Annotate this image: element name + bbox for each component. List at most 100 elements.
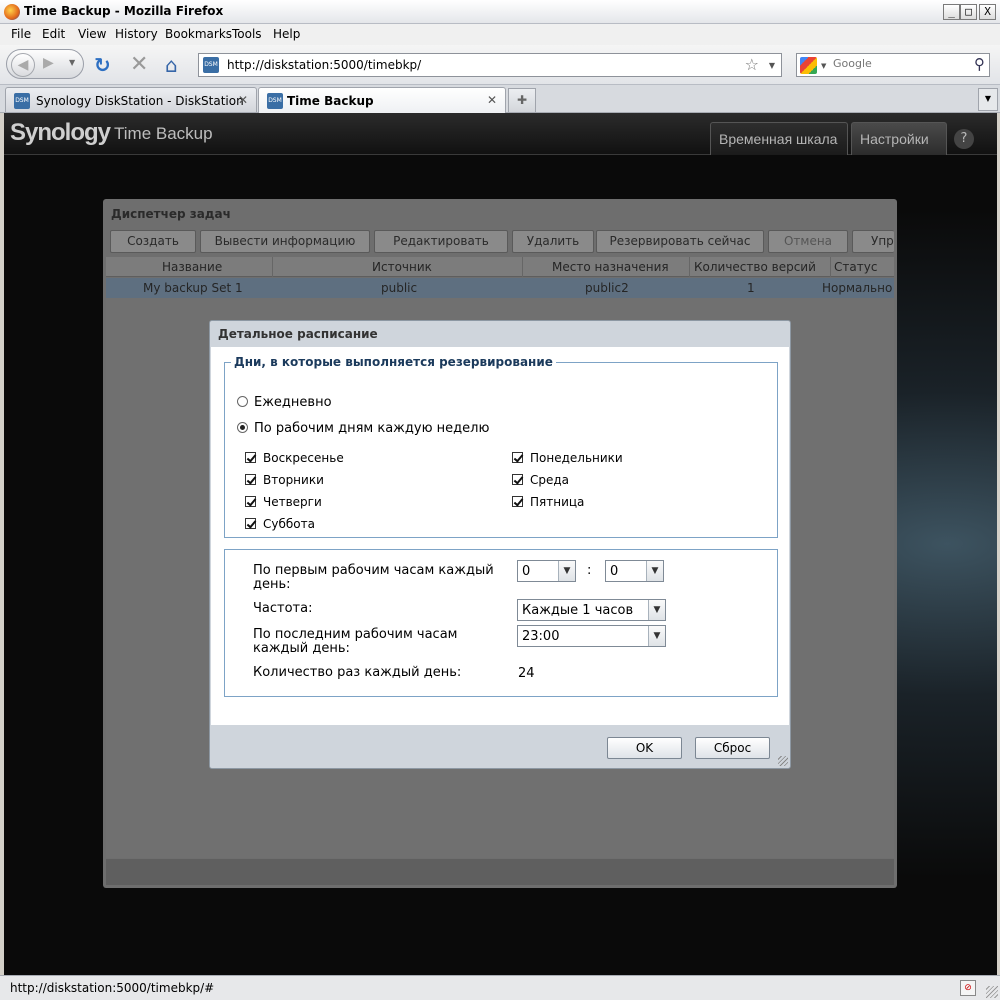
frequency-value: Каждые 1 часов: [522, 603, 634, 618]
close-tab-icon[interactable]: ✕: [487, 93, 497, 107]
close-tab-icon[interactable]: ✕: [238, 93, 248, 107]
first-hour-select[interactable]: 0 ▼: [517, 560, 576, 582]
window-resize-grip-icon[interactable]: [986, 986, 998, 998]
engine-dropdown-icon[interactable]: ▼: [821, 62, 826, 70]
status-bar: http://diskstation:5000/timebkp/# ⊘: [0, 975, 1000, 1000]
show-info-button[interactable]: Вывести информацию: [200, 230, 370, 253]
menu-help[interactable]: Help: [273, 27, 300, 41]
search-icon[interactable]: ⚲: [974, 55, 985, 73]
reset-button[interactable]: Сброс: [695, 737, 770, 759]
task-window-footer: [106, 859, 894, 885]
window-title: Time Backup - Mozilla Firefox: [24, 4, 224, 18]
manage-button[interactable]: Упра: [852, 230, 894, 253]
checkbox-monday[interactable]: Понедельники: [512, 451, 623, 465]
col-status[interactable]: Статус: [834, 260, 877, 274]
first-hour-label: По первым рабочим часам каждый день:: [253, 563, 494, 592]
help-icon[interactable]: ?: [954, 129, 974, 149]
bookmark-star-icon[interactable]: ☆: [745, 55, 759, 74]
url-dropdown-icon[interactable]: ▼: [769, 61, 775, 70]
checkbox-thursday-label: Четверги: [263, 495, 322, 509]
app-name: Time Backup: [114, 124, 213, 143]
search-input[interactable]: [833, 57, 963, 70]
col-versions[interactable]: Количество версий: [694, 260, 816, 274]
frequency-label: Частота:: [253, 601, 313, 616]
dialog-body: Дни, в которые выполняется резервировани…: [211, 347, 789, 725]
backup-now-button[interactable]: Резервировать сейчас: [596, 230, 764, 253]
cell-versions: 1: [747, 281, 755, 295]
radio-weekdays-circle[interactable]: [237, 422, 248, 433]
reload-icon[interactable]: ↻: [94, 55, 111, 75]
create-button[interactable]: Создать: [110, 230, 196, 253]
tab-time-backup[interactable]: DSM Time Backup ✕: [258, 87, 506, 114]
checkbox-friday-box[interactable]: [512, 496, 523, 507]
checkbox-thursday[interactable]: Четверги: [245, 495, 322, 509]
menu-file[interactable]: File: [11, 27, 31, 41]
tab-bar: DSM Synology DiskStation - DiskStation ✕…: [0, 85, 1000, 114]
checkbox-tuesday[interactable]: Вторники: [245, 473, 324, 487]
menu-history[interactable]: History: [115, 27, 158, 41]
forward-icon[interactable]: ▶: [43, 55, 54, 71]
radio-daily-circle[interactable]: [237, 396, 248, 407]
chevron-down-icon[interactable]: ▼: [646, 561, 663, 581]
checkbox-tuesday-box[interactable]: [245, 474, 256, 485]
checkbox-thursday-box[interactable]: [245, 496, 256, 507]
tab-list-dropdown-icon[interactable]: ▼: [978, 88, 998, 111]
noscript-icon[interactable]: ⊘: [960, 980, 976, 996]
home-icon[interactable]: ⌂: [165, 55, 178, 75]
checkbox-wednesday[interactable]: Среда: [512, 473, 569, 487]
tab-timeline[interactable]: Временная шкала: [710, 122, 848, 155]
first-hour-value: 0: [522, 564, 531, 579]
stop-icon[interactable]: ✕: [130, 54, 148, 76]
checkbox-sunday[interactable]: Воскресенье: [245, 451, 344, 465]
count-label: Количество раз каждый день:: [253, 665, 462, 680]
resize-grip-icon[interactable]: [778, 756, 788, 766]
ok-button[interactable]: OK: [607, 737, 682, 759]
task-manager-title: Диспетчер задач: [111, 207, 231, 221]
tab-label: Synology DiskStation - DiskStation: [36, 94, 244, 108]
radio-daily[interactable]: Ежедневно: [237, 395, 332, 410]
checkbox-saturday[interactable]: Суббота: [245, 517, 315, 531]
google-engine-icon[interactable]: [800, 57, 817, 74]
last-hour-select[interactable]: 23:00 ▼: [517, 625, 666, 647]
menu-bookmarks[interactable]: Bookmarks: [165, 27, 232, 41]
frequency-select[interactable]: Каждые 1 часов ▼: [517, 599, 666, 621]
minimize-button[interactable]: _: [943, 4, 960, 20]
cell-destination: public2: [585, 281, 629, 295]
checkbox-sunday-box[interactable]: [245, 452, 256, 463]
url-text[interactable]: http://diskstation:5000/timebkp/: [227, 58, 421, 72]
checkbox-friday[interactable]: Пятница: [512, 495, 584, 509]
url-bar[interactable]: DSM http://diskstation:5000/timebkp/ ☆ ▼: [198, 53, 782, 77]
checkbox-wednesday-box[interactable]: [512, 474, 523, 485]
back-icon[interactable]: ◀: [11, 53, 35, 77]
checkbox-wednesday-label: Среда: [530, 473, 570, 487]
cell-name: My backup Set 1: [143, 281, 243, 295]
edit-button[interactable]: Редактировать: [374, 230, 508, 253]
first-minute-select[interactable]: 0 ▼: [605, 560, 664, 582]
maximize-button[interactable]: □: [960, 4, 977, 20]
table-row[interactable]: My backup Set 1 public public2 1 Нормаль…: [106, 278, 894, 298]
chevron-down-icon[interactable]: ▼: [648, 626, 665, 646]
history-dropdown-icon[interactable]: ▼: [69, 58, 75, 67]
tab-settings[interactable]: Настройки: [851, 122, 947, 155]
back-forward-group: ◀ ▶ ▼: [6, 49, 84, 79]
tab-diskstation[interactable]: DSM Synology DiskStation - DiskStation ✕: [5, 87, 257, 112]
search-bar[interactable]: ▼ ⚲: [796, 53, 990, 77]
new-tab-icon[interactable]: ✚: [508, 88, 536, 112]
close-window-button[interactable]: X: [979, 4, 996, 20]
menu-tools[interactable]: Tools: [232, 27, 262, 41]
chevron-down-icon[interactable]: ▼: [648, 600, 665, 620]
time-fieldset: По первым рабочим часам каждый день: 0 ▼…: [224, 549, 778, 697]
cancel-task-button[interactable]: Отмена: [768, 230, 848, 253]
chevron-down-icon[interactable]: ▼: [558, 561, 575, 581]
menu-view[interactable]: View: [78, 27, 106, 41]
col-name[interactable]: Название: [162, 260, 222, 274]
delete-button[interactable]: Удалить: [512, 230, 594, 253]
checkbox-saturday-box[interactable]: [245, 518, 256, 529]
col-source[interactable]: Источник: [372, 260, 432, 274]
menu-edit[interactable]: Edit: [42, 27, 65, 41]
checkbox-monday-box[interactable]: [512, 452, 523, 463]
radio-weekdays[interactable]: По рабочим дням каждую неделю: [237, 421, 489, 436]
checkbox-friday-label: Пятница: [530, 495, 585, 509]
col-destination[interactable]: Место назначения: [552, 260, 669, 274]
status-text: http://diskstation:5000/timebkp/#: [10, 981, 215, 995]
